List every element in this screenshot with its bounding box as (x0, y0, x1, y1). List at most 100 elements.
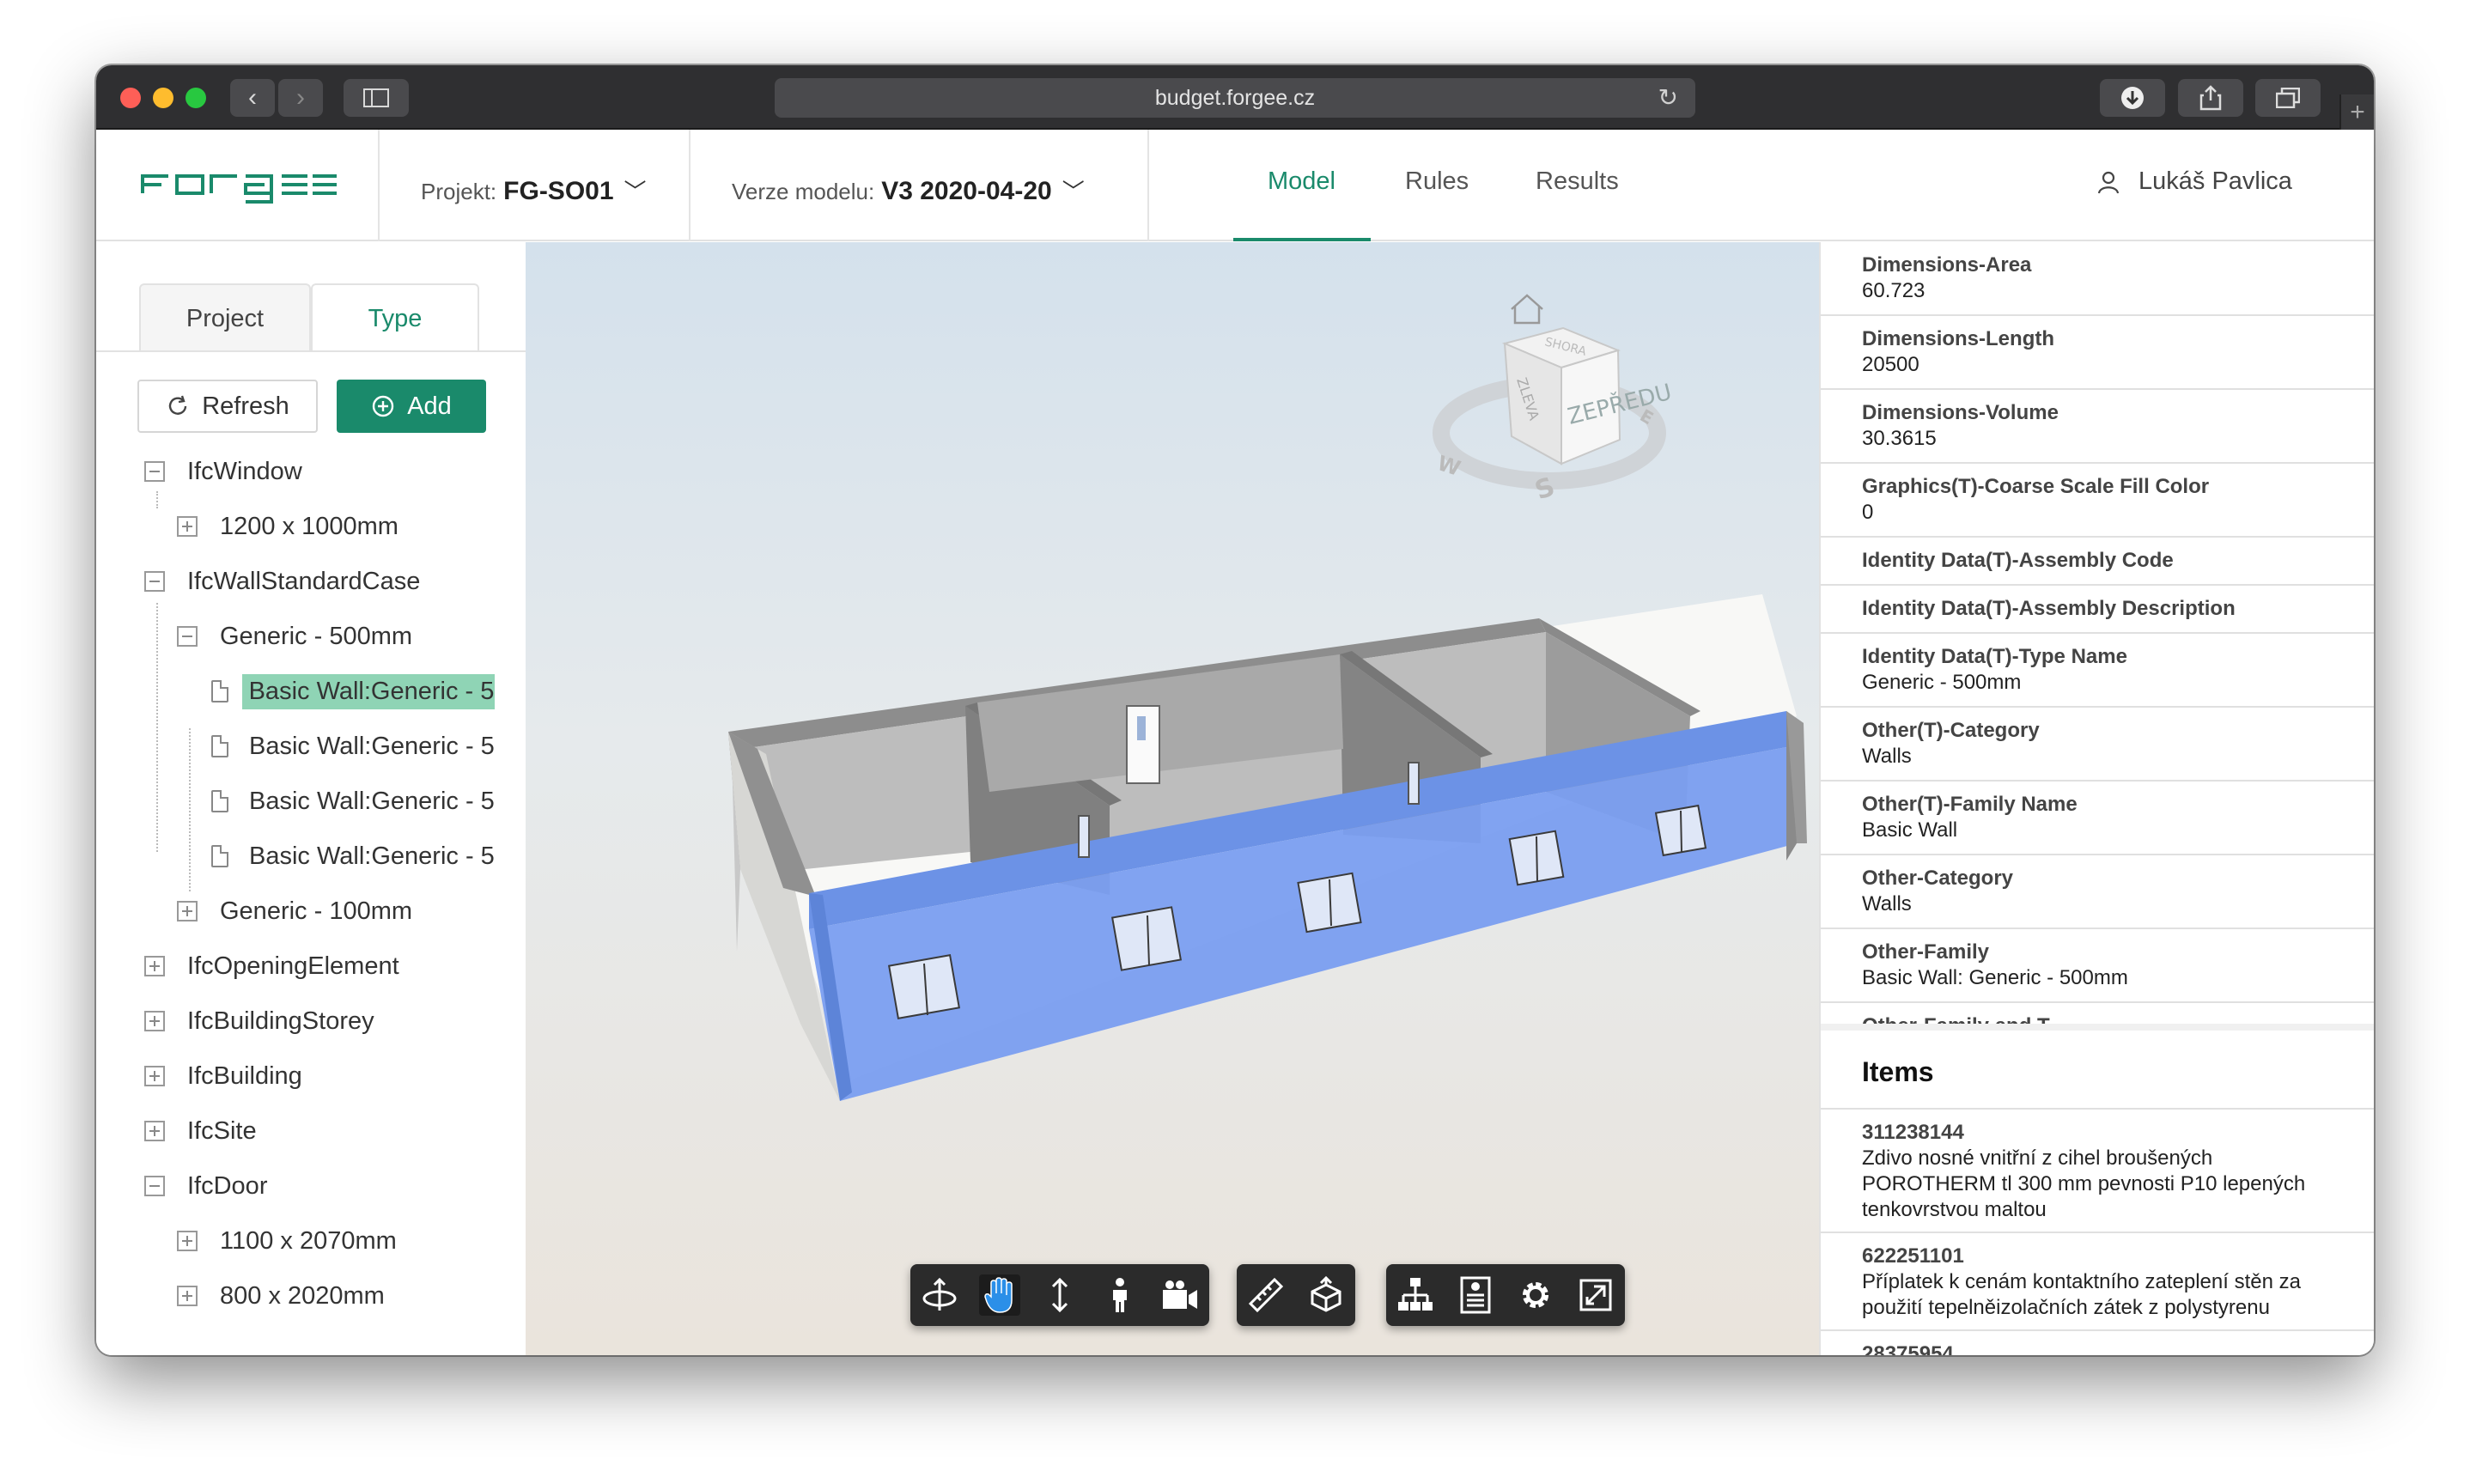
nav-model[interactable]: Model (1268, 167, 1335, 196)
expand-icon[interactable] (177, 1231, 198, 1251)
tree-item-generic-500mm[interactable]: Generic - 500mm (177, 615, 412, 658)
settings-icon[interactable] (1515, 1274, 1556, 1316)
download-icon (2121, 87, 2144, 109)
properties-icon[interactable] (1455, 1274, 1496, 1316)
expand-icon[interactable] (144, 1066, 165, 1086)
refresh-icon (169, 395, 187, 415)
items-list: 311238144 Zdivo nosné vnitřní z cihel bro… (1821, 1110, 2374, 1355)
maximize-window-button[interactable] (186, 88, 206, 108)
tree-item-label: Basic Wall:Generic - 5 (249, 732, 495, 760)
tree-guide (156, 491, 158, 508)
close-window-button[interactable] (120, 88, 141, 108)
header-divider (1147, 130, 1149, 241)
tree-item-label: Generic - 100mm (220, 897, 413, 925)
chevron-right-icon: › (296, 83, 305, 112)
tree-item-basic-wall-selected[interactable]: Basic Wall:Generic - 5 (211, 670, 495, 713)
reload-icon[interactable]: ↻ (1658, 83, 1678, 112)
collapse-icon[interactable] (144, 1176, 165, 1196)
property-value: Basic Wall (1862, 818, 1958, 842)
model-viewer-canvas[interactable]: W S E ZEPŘEDU ZLEVA SHORA (526, 242, 1819, 1355)
collapse-icon[interactable] (177, 626, 198, 647)
model-tree-icon[interactable] (1395, 1274, 1436, 1316)
tree-item-window-type[interactable]: 1200 x 1000mm (177, 505, 398, 548)
tree-item-generic-100mm[interactable]: Generic - 100mm (177, 890, 412, 933)
section-icon[interactable] (1305, 1274, 1347, 1316)
property-name: Other-Category (1862, 867, 2014, 890)
tabs-overview-button[interactable] (2255, 79, 2321, 117)
expand-icon[interactable] (177, 1286, 198, 1306)
viewcube-compass[interactable]: W S E ZEPŘEDU ZLEVA SHORA (1433, 326, 1674, 507)
tree-item-ifcwindow[interactable]: IfcWindow (144, 450, 302, 493)
downloads-button[interactable] (2100, 79, 2165, 117)
tree-item-ifcopeningelement[interactable]: IfcOpeningElement (144, 945, 399, 988)
item-row[interactable]: 622251101 Příplatek k cenám kontaktního z… (1821, 1233, 2374, 1331)
nav-results[interactable]: Results (1536, 167, 1619, 196)
tree-item-ifcdoor[interactable]: IfcDoor (144, 1165, 267, 1207)
item-code: 311238144 (1862, 1121, 1964, 1144)
forward-button[interactable]: › (278, 79, 323, 117)
expand-icon[interactable] (144, 1011, 165, 1031)
expand-icon[interactable] (177, 516, 198, 537)
property-name: Identity Data(T)-Type Name (1862, 645, 2127, 668)
property-row: Dimensions-Volume 30.3615 (1821, 390, 2374, 464)
tree-item-ifcbuilding[interactable]: IfcBuilding (144, 1055, 302, 1098)
tab-type[interactable]: Type (311, 283, 479, 352)
user-menu[interactable]: Lukáš Pavlica (2097, 167, 2292, 196)
tree-item-ifcbuildingstorey[interactable]: IfcBuildingStorey (144, 1000, 374, 1043)
collapse-icon[interactable] (144, 461, 165, 482)
property-name: Identity Data(T)-Assembly Code (1862, 549, 2174, 572)
version-label: Verze modelu: (732, 179, 875, 204)
fullscreen-icon[interactable] (1575, 1274, 1616, 1316)
orbit-icon[interactable] (919, 1274, 960, 1316)
measure-icon[interactable] (1245, 1274, 1287, 1316)
tree-item-door-type[interactable]: 800 x 2020mm (177, 1274, 385, 1317)
minimize-window-button[interactable] (153, 88, 173, 108)
property-value: Generic - 500mm (1862, 671, 2022, 694)
header-divider (378, 130, 380, 241)
logo-image (141, 174, 337, 204)
camera-icon[interactable] (1159, 1274, 1201, 1316)
back-button[interactable]: ‹ (230, 79, 275, 117)
refresh-button[interactable]: Refresh (137, 380, 318, 433)
nav-rules[interactable]: Rules (1405, 167, 1469, 196)
tree-item-label: 1200 x 1000mm (220, 512, 398, 540)
tree-item-basic-wall[interactable]: Basic Wall:Generic - 5 (211, 780, 495, 823)
first-person-icon[interactable] (1099, 1274, 1141, 1316)
tree-item-label: IfcBuilding (187, 1061, 302, 1090)
browser-titlebar: ‹ › budget.forgee.cz ↻ + (96, 65, 2374, 131)
property-value: 30.3615 (1862, 427, 1937, 450)
expand-icon[interactable] (177, 901, 198, 921)
address-bar[interactable]: budget.forgee.cz ↻ (775, 78, 1695, 118)
tree-item-ifcwallstandardcase[interactable]: IfcWallStandardCase (144, 560, 420, 603)
item-row[interactable]: 28375954 (1821, 1331, 2374, 1355)
item-row[interactable]: 311238144 Zdivo nosné vnitřní z cihel bro… (1821, 1110, 2374, 1233)
share-icon (2199, 85, 2222, 111)
header-divider (689, 130, 691, 241)
tree-item-door-type[interactable]: 1100 x 2070mm (177, 1219, 397, 1262)
forgee-logo[interactable] (139, 167, 338, 210)
share-button[interactable] (2178, 79, 2243, 117)
sidebar-toggle-button[interactable] (344, 79, 409, 117)
zoom-icon[interactable] (1039, 1274, 1080, 1316)
pan-icon[interactable] (979, 1274, 1020, 1316)
tree-item-label: Basic Wall:Generic - 5 (249, 842, 495, 870)
tree-item-label: IfcDoor (187, 1171, 268, 1200)
tree-item-ifcsite[interactable]: IfcSite (144, 1110, 257, 1153)
browser-window: ‹ › budget.forgee.cz ↻ + Projekt: FG-SO0… (96, 65, 2374, 1355)
tab-project[interactable]: Project (139, 283, 311, 352)
add-button[interactable]: Add (337, 380, 486, 433)
home-icon[interactable] (1511, 294, 1543, 325)
plus-circle-icon (372, 395, 394, 417)
project-selector[interactable]: Projekt: FG-SO01 ﹀ (421, 174, 647, 206)
expand-icon[interactable] (144, 1121, 165, 1141)
new-tab-button[interactable]: + (2339, 94, 2374, 131)
expand-icon[interactable] (144, 956, 165, 976)
tree-item-basic-wall[interactable]: Basic Wall:Generic - 5 (211, 725, 495, 768)
version-value: V3 2020-04-20 (881, 177, 1052, 205)
properties-list: Dimensions-Area 60.723 Dimensions-Length 2… (1821, 242, 2374, 1024)
property-row: Other(T)-Family Name Basic Wall (1821, 782, 2374, 855)
model-version-selector[interactable]: Verze modelu: V3 2020-04-20 ﹀ (732, 174, 1085, 206)
collapse-icon[interactable] (144, 571, 165, 592)
project-label: Projekt: (421, 179, 497, 204)
tree-item-basic-wall[interactable]: Basic Wall:Generic - 5 (211, 835, 495, 878)
